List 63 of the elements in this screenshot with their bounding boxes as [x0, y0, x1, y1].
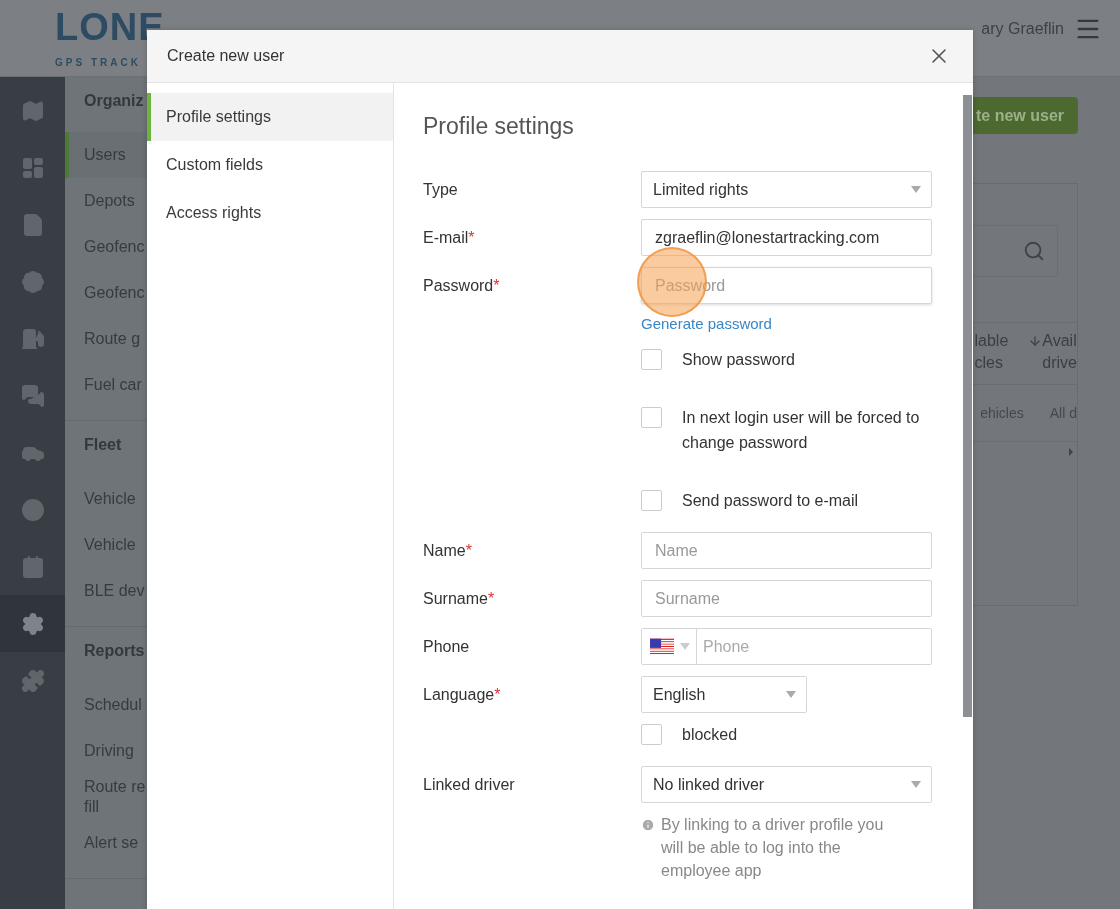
rail-item[interactable]: [0, 595, 65, 652]
sidebar-item[interactable]: BLE dev: [65, 568, 147, 614]
nav-item[interactable]: Access rights: [147, 189, 393, 237]
generate-password-link[interactable]: Generate password: [641, 315, 933, 332]
puzzle-icon: [20, 668, 45, 693]
section-title: Organiz: [84, 92, 144, 111]
sidebar-item[interactable]: Fuel car: [65, 362, 147, 408]
checkbox[interactable]: [641, 349, 662, 370]
nav-item[interactable]: Custom fields: [147, 141, 393, 189]
country-picker[interactable]: [642, 629, 697, 664]
sidebar-item[interactable]: Depots: [65, 178, 147, 224]
search-icon: [1023, 240, 1045, 262]
column-header[interactable]: Avail drive: [1028, 330, 1077, 384]
select-field[interactable]: Limited rights: [641, 171, 932, 208]
checkbox-label: In next login user will be forced to change password: [682, 408, 921, 453]
phone-field[interactable]: Phone: [641, 628, 932, 665]
input-field[interactable]: zgraeflin@lonestartracking.com: [641, 219, 932, 256]
input-field[interactable]: Surname: [641, 580, 932, 617]
field-label: Password*: [423, 276, 500, 294]
field-label: Phone: [423, 637, 470, 655]
section-title: Fleet: [84, 436, 122, 455]
fuel-icon: [20, 326, 45, 351]
select-field[interactable]: No linked driver: [641, 766, 932, 803]
sidebar-item[interactable]: Schedul: [65, 682, 147, 728]
field-label: Linked driver: [423, 775, 515, 793]
chat-icon: [20, 383, 45, 408]
select-field[interactable]: English: [641, 676, 807, 713]
scrollbar[interactable]: [963, 95, 972, 717]
input-field[interactable]: Name: [641, 532, 932, 569]
gear-icon: [20, 611, 45, 636]
nav-item[interactable]: Profile settings: [147, 93, 393, 141]
checkbox[interactable]: [641, 490, 662, 511]
field-label: Surname*: [423, 589, 495, 607]
section-title: Reports: [84, 642, 145, 661]
checkbox[interactable]: [641, 724, 662, 745]
sidebar-item[interactable]: Route g: [65, 316, 147, 362]
sidebar-item[interactable]: Route re fill: [65, 774, 147, 820]
field-label: Type: [423, 180, 458, 198]
checkbox-label: blocked: [682, 725, 738, 745]
column-header[interactable]: lable cles: [974, 330, 1009, 384]
sidebar-item[interactable]: Geofenc: [65, 224, 147, 270]
sidebar-item[interactable]: Alert se: [65, 820, 147, 866]
info-icon: [641, 818, 655, 832]
dashboard-icon: [20, 155, 45, 180]
checkbox-label: Send password to e-mail: [682, 491, 859, 511]
caret-icon[interactable]: [1069, 448, 1073, 456]
field-label: E-mail*: [423, 228, 475, 246]
dialog-title: Create new user: [167, 47, 285, 65]
info-text: By linking to a driver profile you will be able to log into the employee app: [661, 815, 885, 881]
calendar-icon: [20, 554, 45, 579]
checkbox-label: Show password: [682, 350, 795, 370]
sidebar-item[interactable]: Vehicle: [65, 476, 147, 522]
field-label: Language*: [423, 685, 501, 703]
logo: LONE GPS TRACK: [55, 8, 165, 68]
user-name: ary Graeflin: [981, 20, 1064, 38]
section-heading: Profile settings: [423, 113, 575, 140]
sidebar-item[interactable]: Vehicle: [65, 522, 147, 568]
checkbox[interactable]: [641, 407, 662, 428]
sidebar-item[interactable]: Driving: [65, 728, 147, 774]
field-label: Name*: [423, 541, 472, 559]
sidebar-item[interactable]: Geofenc: [65, 270, 147, 316]
flag-icon: [650, 637, 674, 656]
map-icon: [20, 98, 45, 123]
